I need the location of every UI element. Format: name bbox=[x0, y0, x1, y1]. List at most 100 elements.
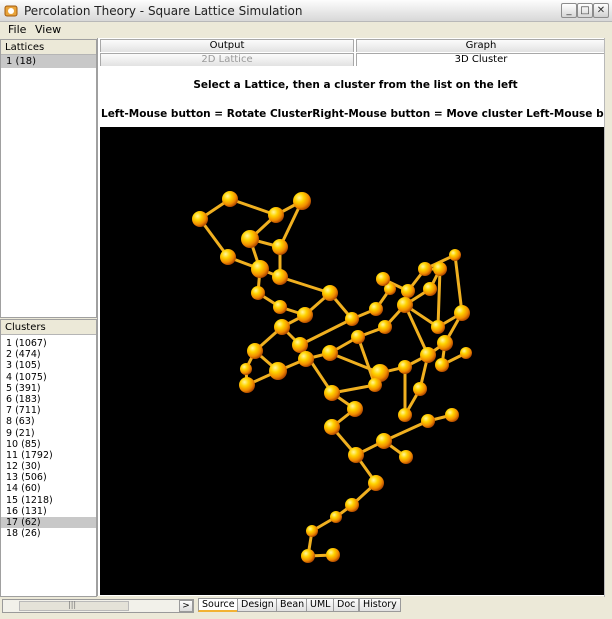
cluster-site bbox=[454, 305, 470, 321]
cluster-site bbox=[241, 230, 259, 248]
cluster-item-6[interactable]: 6 (183) bbox=[1, 394, 96, 405]
cluster-site bbox=[437, 335, 453, 351]
cluster-site bbox=[413, 382, 427, 396]
cluster-bond bbox=[436, 267, 442, 329]
tab-2d-lattice[interactable]: 2D Lattice bbox=[100, 53, 354, 66]
cluster-3d-canvas[interactable] bbox=[100, 127, 609, 595]
cluster-item-8[interactable]: 8 (63) bbox=[1, 416, 96, 427]
cluster-site bbox=[345, 498, 359, 512]
cluster-site bbox=[322, 285, 338, 301]
right-scrollbar-edge bbox=[604, 38, 612, 597]
cluster-item-7[interactable]: 7 (711) bbox=[1, 405, 96, 416]
cluster-site bbox=[326, 548, 340, 562]
menu-bar: File View bbox=[0, 22, 612, 38]
cluster-item-13[interactable]: 13 (506) bbox=[1, 472, 96, 483]
cluster-site bbox=[397, 297, 413, 313]
clusters-panel: Clusters 1 (1067) 2 (474) 3 (105) 4 (107… bbox=[0, 319, 97, 597]
cluster-site bbox=[435, 358, 449, 372]
cluster-site bbox=[418, 262, 432, 276]
java-app-icon bbox=[4, 5, 18, 17]
title-bar: Percolation Theory - Square Lattice Simu… bbox=[0, 0, 612, 22]
cluster-site bbox=[239, 377, 255, 393]
tab-design[interactable]: Design bbox=[237, 598, 278, 612]
cluster-item-10[interactable]: 10 (85) bbox=[1, 439, 96, 450]
cluster-site bbox=[368, 378, 382, 392]
minimize-button[interactable]: _ bbox=[561, 3, 577, 18]
tab-source[interactable]: Source bbox=[198, 598, 239, 612]
tab-doc[interactable]: Doc bbox=[333, 598, 360, 612]
horizontal-scrollbar[interactable]: ||| > bbox=[2, 599, 194, 613]
cluster-item-3[interactable]: 3 (105) bbox=[1, 360, 96, 371]
cluster-item-15[interactable]: 15 (1218) bbox=[1, 495, 96, 506]
cluster-item-9[interactable]: 9 (21) bbox=[1, 428, 96, 439]
cluster-site bbox=[273, 300, 287, 314]
tab-3d-cluster[interactable]: 3D Cluster bbox=[356, 53, 606, 66]
cluster-bond bbox=[298, 317, 354, 347]
cluster-site bbox=[324, 419, 340, 435]
cluster-bonds bbox=[198, 197, 468, 558]
scrollbar-thumb[interactable]: ||| bbox=[19, 600, 129, 611]
cluster-site bbox=[369, 302, 383, 316]
clusters-header: Clusters bbox=[1, 320, 96, 335]
tab-graph[interactable]: Graph bbox=[356, 39, 606, 52]
cluster-site bbox=[240, 363, 252, 375]
minimize-icon: _ bbox=[566, 5, 572, 16]
lattices-panel: Lattices 1 (18) bbox=[0, 39, 97, 318]
cluster-3d-view[interactable] bbox=[100, 127, 609, 595]
cluster-site bbox=[431, 320, 445, 334]
scrollbar-grip: ||| bbox=[68, 600, 77, 609]
cluster-site bbox=[322, 345, 338, 361]
cluster-site bbox=[421, 414, 435, 428]
cluster-site bbox=[423, 282, 437, 296]
cluster-item-11[interactable]: 11 (1792) bbox=[1, 450, 96, 461]
tab-output[interactable]: Output bbox=[100, 39, 354, 52]
cluster-site bbox=[247, 343, 263, 359]
instruction-select: Select a Lattice, then a cluster from th… bbox=[193, 79, 518, 91]
bottom-bar: ||| > Source Design Bean UML Doc History bbox=[0, 597, 612, 619]
cluster-site bbox=[298, 351, 314, 367]
cluster-site bbox=[376, 272, 390, 286]
tab-history[interactable]: History bbox=[359, 598, 401, 612]
cluster-item-2[interactable]: 2 (474) bbox=[1, 349, 96, 360]
cluster-item-17[interactable]: 17 (62) bbox=[1, 517, 96, 529]
cluster-site bbox=[330, 511, 342, 523]
clusters-list: 1 (1067) 2 (474) 3 (105) 4 (1075) 5 (391… bbox=[1, 335, 96, 539]
cluster-item-5[interactable]: 5 (391) bbox=[1, 383, 96, 394]
chevron-right-icon: > bbox=[182, 601, 190, 611]
cluster-sites bbox=[192, 191, 472, 563]
cluster-site bbox=[378, 320, 392, 334]
tab-bean[interactable]: Bean bbox=[276, 598, 309, 612]
cluster-site bbox=[251, 260, 269, 278]
cluster-site bbox=[272, 239, 288, 255]
main-panel: Output Graph 2D Lattice 3D Cluster Selec… bbox=[97, 38, 612, 596]
maximize-button[interactable]: □ bbox=[577, 3, 593, 18]
cluster-site bbox=[420, 347, 436, 363]
cluster-site bbox=[351, 330, 365, 344]
cluster-bond bbox=[453, 253, 464, 315]
cluster-site bbox=[460, 347, 472, 359]
cluster-item-18[interactable]: 18 (26) bbox=[1, 528, 96, 539]
cluster-site bbox=[274, 319, 290, 335]
cluster-item-14[interactable]: 14 (60) bbox=[1, 483, 96, 494]
menu-file[interactable]: File bbox=[8, 23, 26, 36]
cluster-site bbox=[306, 525, 318, 537]
lattice-item[interactable]: 1 (18) bbox=[1, 55, 96, 68]
close-icon: ✕ bbox=[596, 5, 606, 16]
cluster-site bbox=[268, 207, 284, 223]
cluster-site bbox=[293, 192, 311, 210]
cluster-site bbox=[222, 191, 238, 207]
menu-view[interactable]: View bbox=[35, 23, 61, 36]
cluster-site bbox=[445, 408, 459, 422]
maximize-icon: □ bbox=[580, 5, 590, 16]
cluster-item-4[interactable]: 4 (1075) bbox=[1, 372, 96, 383]
tab-uml[interactable]: UML bbox=[306, 598, 335, 612]
cluster-item-16[interactable]: 16 (131) bbox=[1, 506, 96, 517]
scroll-right-button[interactable]: > bbox=[179, 600, 193, 612]
cluster-item-12[interactable]: 12 (30) bbox=[1, 461, 96, 472]
cluster-site bbox=[348, 447, 364, 463]
cluster-site bbox=[292, 337, 308, 353]
cluster-site bbox=[345, 312, 359, 326]
cluster-item-1[interactable]: 1 (1067) bbox=[1, 338, 96, 349]
cluster-site bbox=[192, 211, 208, 227]
close-button[interactable]: ✕ bbox=[593, 3, 609, 18]
